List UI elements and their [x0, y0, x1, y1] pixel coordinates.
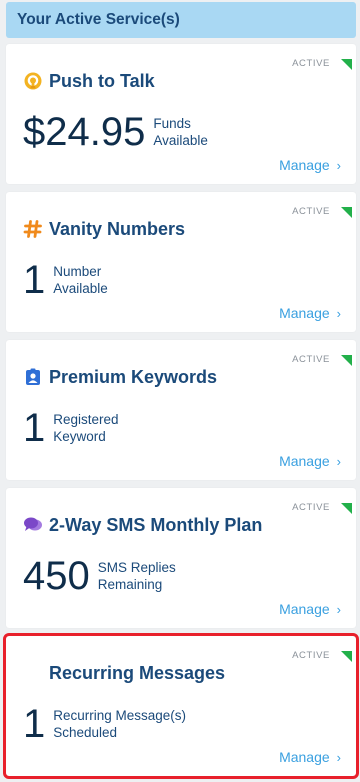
status-badge: ACTIVE [292, 58, 330, 69]
active-flag-icon [341, 651, 352, 662]
value-label-line2: Remaining [97, 577, 163, 592]
manage-link[interactable]: Manage › [279, 453, 341, 469]
card-title: Push to Talk [49, 70, 155, 91]
contact-badge-icon [23, 367, 43, 387]
service-card-recurring-messages: ACTIVE Recurring Messages 1 Recurring Me… [3, 633, 359, 779]
card-value-row: 1 Number Available [23, 258, 108, 302]
card-value-label: Registered Keyword [53, 411, 118, 445]
status-badge: ACTIVE [292, 354, 330, 365]
card-value: 1 [23, 406, 46, 450]
active-flag-icon [341, 503, 352, 514]
active-flag-icon [341, 355, 352, 366]
card-title-row: Recurring Messages [23, 660, 225, 686]
status-badge: ACTIVE [292, 502, 330, 513]
manage-label: Manage [279, 157, 330, 173]
value-label-line2: Keyword [53, 429, 106, 444]
chevron-right-icon: › [336, 305, 341, 321]
card-value-row: $24.95 Funds Available [23, 110, 208, 154]
chevron-right-icon: › [336, 453, 341, 469]
card-title: Vanity Numbers [49, 218, 186, 239]
manage-link[interactable]: Manage › [279, 749, 341, 765]
chevron-right-icon: › [336, 157, 341, 173]
header-title: Your Active Service(s) [17, 11, 180, 28]
card-title: Premium Keywords [49, 366, 218, 387]
service-card-vanity-numbers: ACTIVE Vanity Numbers 1 Number Available… [6, 192, 356, 332]
card-value: 1 [23, 258, 46, 302]
card-value-label: Funds Available [153, 115, 208, 149]
card-value-row: 450 SMS Replies Remaining [23, 554, 176, 598]
services-header: Your Active Service(s) [6, 2, 356, 38]
card-value-label: SMS Replies Remaining [98, 559, 176, 593]
card-value: 1 [23, 702, 46, 746]
value-label-line2: Scheduled [53, 725, 118, 740]
value-label-line1: SMS Replies [97, 560, 176, 575]
manage-link[interactable]: Manage › [279, 305, 341, 321]
manage-link[interactable]: Manage › [279, 157, 341, 173]
card-title-row: Push to Talk [23, 68, 155, 94]
status-badge: ACTIVE [292, 206, 330, 217]
value-label-line1: Funds [153, 116, 191, 131]
value-label-line2: Available [53, 281, 108, 296]
service-card-push-to-talk: ACTIVE Push to Talk $24.95 Funds Availab… [6, 44, 356, 184]
card-value: 450 [23, 554, 90, 598]
value-label-line1: Recurring Message(s) [53, 708, 187, 723]
card-title-row: 2-Way SMS Monthly Plan [23, 512, 262, 538]
chevron-right-icon: › [336, 601, 341, 617]
placeholder-icon [23, 663, 43, 683]
card-title-row: Vanity Numbers [23, 216, 185, 242]
chevron-right-icon: › [336, 749, 341, 765]
value-label-line1: Number [53, 264, 102, 279]
value-label-line2: Available [153, 133, 208, 148]
status-badge: ACTIVE [292, 650, 330, 661]
card-value-label: Recurring Message(s) Scheduled [53, 707, 186, 741]
value-label-line1: Registered [53, 412, 119, 427]
card-value-row: 1 Registered Keyword [23, 406, 119, 450]
active-flag-icon [341, 59, 352, 70]
manage-label: Manage [279, 305, 330, 321]
service-card-two-way-sms: ACTIVE 2-Way SMS Monthly Plan 450 SMS Re… [6, 488, 356, 628]
services-page: Your Active Service(s) ACTIVE Push to Ta… [0, 0, 360, 782]
chat-bubbles-icon [23, 515, 43, 535]
service-card-premium-keywords: ACTIVE Premium Keywords 1 Registered Key… [6, 340, 356, 480]
manage-label: Manage [279, 453, 330, 469]
card-value-row: 1 Recurring Message(s) Scheduled [23, 702, 186, 746]
card-title: 2-Way SMS Monthly Plan [49, 514, 263, 535]
manage-label: Manage [279, 601, 330, 617]
manage-link[interactable]: Manage › [279, 601, 341, 617]
manage-label: Manage [279, 749, 330, 765]
card-value-label: Number Available [53, 263, 108, 297]
push-to-talk-icon [23, 71, 43, 91]
active-flag-icon [341, 207, 352, 218]
card-title: Recurring Messages [49, 662, 226, 683]
hash-icon [23, 219, 43, 239]
card-value: $24.95 [23, 110, 146, 154]
card-title-row: Premium Keywords [23, 364, 217, 390]
